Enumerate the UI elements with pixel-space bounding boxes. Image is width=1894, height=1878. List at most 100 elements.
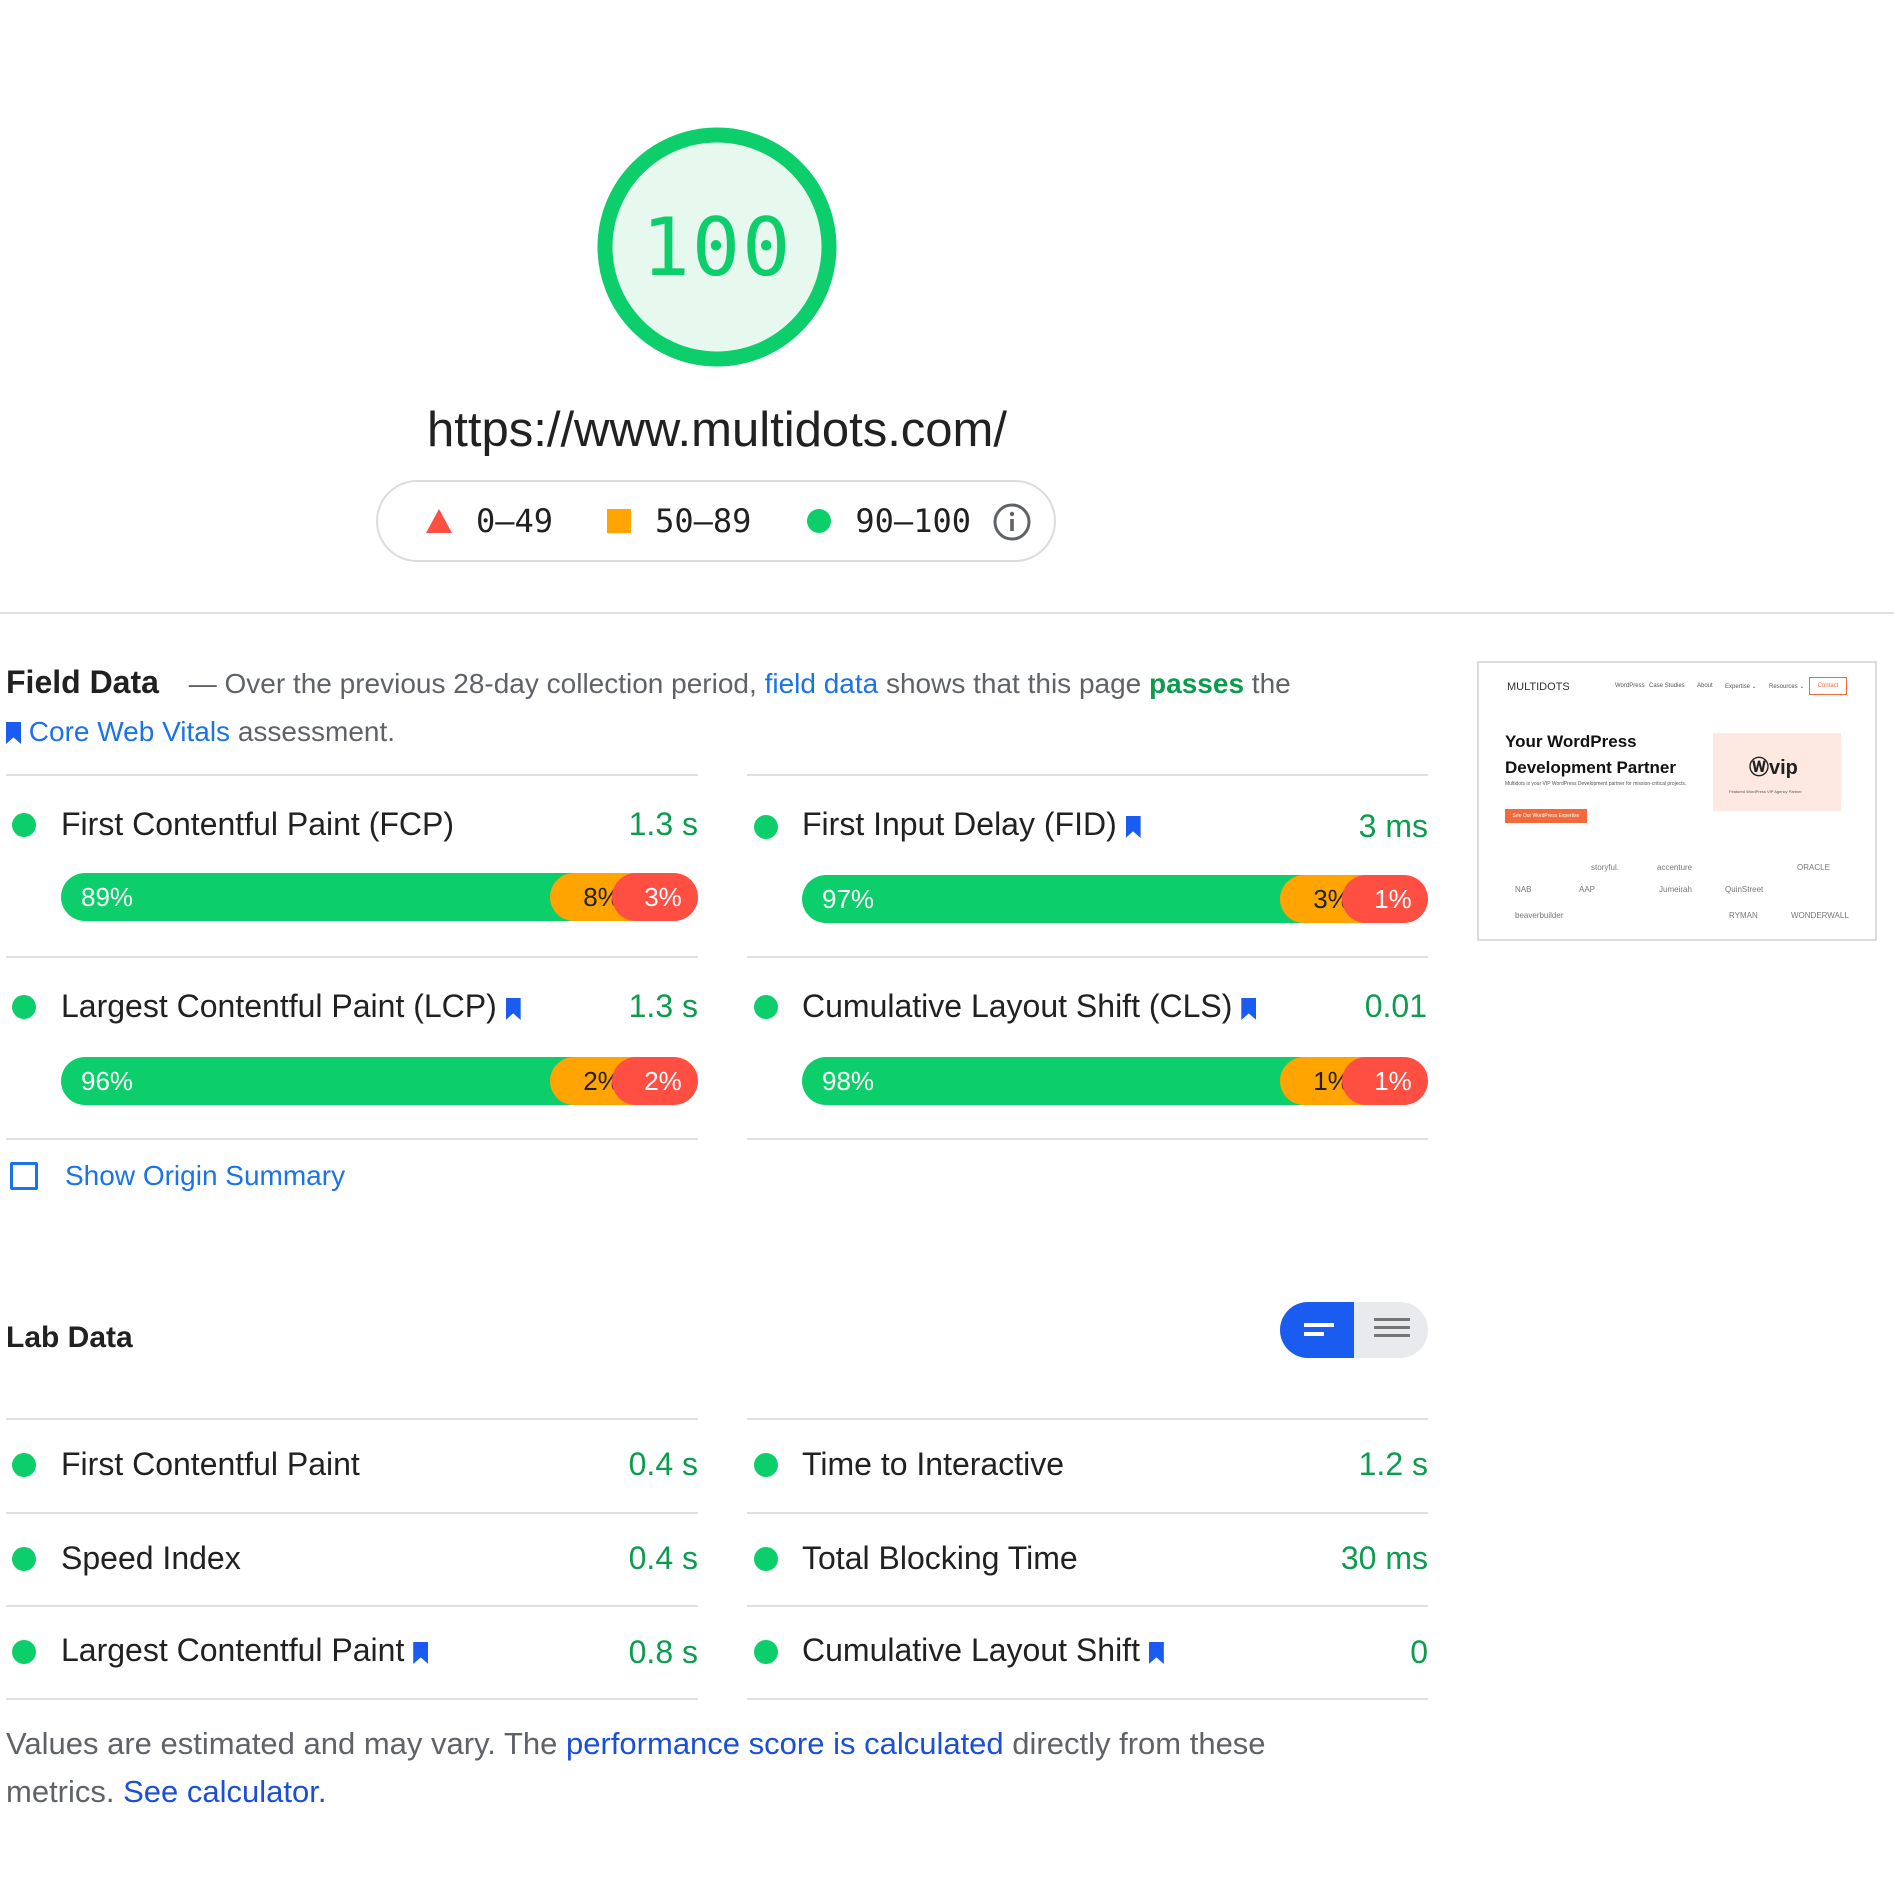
poor-segment: 1% [1342, 1057, 1428, 1105]
cls-distribution-bar: 98% 1% 1% [802, 1057, 1428, 1105]
field-metric-lcp-name: Largest Contentful Paint (LCP) [61, 986, 521, 1026]
square-icon [607, 509, 632, 533]
thumb-client-logo: Jumeirah [1659, 885, 1692, 894]
intro-text-4: assessment. [237, 716, 396, 747]
bookmark-icon [1241, 998, 1257, 1020]
poor-segment-label: 3% [644, 881, 682, 912]
field-metric-lcp-label: Largest Contentful Paint (LCP) [61, 988, 497, 1024]
thumb-vip-logo: Ⓦvip [1749, 757, 1798, 779]
good-segment-label: 98% [822, 1065, 875, 1096]
field-metric-fid-label: First Input Delay (FID) [802, 806, 1117, 842]
show-origin-summary-label[interactable]: Show Origin Summary [65, 1156, 345, 1196]
thumb-client-logo: AAP [1579, 885, 1596, 894]
good-segment-label: 97% [822, 883, 875, 914]
lab-metric-lcp-value: 0.8 s [628, 1634, 698, 1670]
thumb-client-logo: ORACLE [1797, 863, 1830, 872]
poor-segment-label: 2% [644, 1065, 682, 1096]
good-status-icon [12, 813, 36, 837]
thumb-nav-item: Resources ⌄ [1769, 684, 1805, 690]
thumb-headline: Your WordPress Development Partner [1505, 729, 1676, 781]
field-data-title: Field Data [6, 664, 159, 700]
field-metric-fcp-name: First Contentful Paint (FCP) [61, 806, 454, 842]
triangle-icon [426, 509, 452, 533]
lab-data-title: Lab Data [6, 1321, 133, 1354]
good-segment: 98% [802, 1057, 1304, 1105]
lab-metric-tbt-value: 30 ms [1340, 1540, 1428, 1576]
good-segment-label: 96% [81, 1065, 134, 1096]
thumb-client-logo: RYMAN [1729, 911, 1758, 920]
footnote: Values are estimated and may vary. The p… [6, 1720, 1346, 1816]
field-metric-fcp-value: 1.3 s [628, 806, 698, 842]
good-segment-label: 89% [81, 881, 134, 912]
fid-distribution-bar: 97% 3% 1% [802, 875, 1428, 923]
legend-average-label: 50–89 [655, 502, 752, 540]
poor-segment: 3% [612, 873, 698, 921]
view-toggle-summary[interactable] [1280, 1302, 1354, 1358]
divider [6, 1605, 698, 1607]
score-calculated-link[interactable]: performance score is calculated [566, 1726, 1004, 1761]
lab-metric-fcp-name: First Contentful Paint [61, 1446, 360, 1482]
field-metric-cls-value: 0.01 [1364, 988, 1427, 1024]
section-divider [0, 612, 1894, 614]
poor-segment-label: 1% [1374, 883, 1412, 914]
divider [747, 774, 1428, 776]
lab-metric-cls-name: Cumulative Layout Shift [802, 1630, 1164, 1670]
core-web-vitals-link[interactable]: Core Web Vitals [29, 716, 230, 747]
divider [6, 1138, 698, 1140]
poor-segment: 2% [612, 1057, 698, 1105]
legend-good: 90–100 [807, 502, 971, 540]
view-toggle-detail[interactable] [1354, 1302, 1428, 1358]
intro-text-1: — Over the previous 28-day collection pe… [188, 668, 757, 699]
thumb-client-logo: beaverbuilder [1515, 911, 1564, 920]
passes-text: passes [1149, 668, 1245, 699]
lab-metric-tbt-name: Total Blocking Time [802, 1540, 1078, 1576]
see-calculator-link[interactable]: See calculator. [123, 1774, 326, 1809]
good-segment: 96% [61, 1057, 574, 1105]
lab-metric-fcp-value: 0.4 s [628, 1446, 698, 1482]
field-metric-cls-label: Cumulative Layout Shift (CLS) [802, 988, 1233, 1024]
thumb-nav-item: Expertise ⌄ [1725, 684, 1757, 690]
poor-segment-label: 1% [1374, 1065, 1412, 1096]
thumb-headline-2: Development Partner [1505, 758, 1676, 777]
divider [6, 1698, 698, 1700]
lab-metric-tti-name: Time to Interactive [802, 1446, 1065, 1482]
thumb-cta-button: See Our WordPress Expertise [1505, 809, 1587, 823]
good-segment: 97% [802, 875, 1304, 923]
thumb-logo: MULTIDOTS [1507, 681, 1570, 693]
intro-text-2: shows that this page [885, 668, 1142, 699]
lab-metric-lcp-label: Largest Contentful Paint [61, 1632, 405, 1668]
divider [6, 774, 698, 776]
thumb-vip-caption: Featured WordPress VIP Agency Partner [1729, 789, 1802, 794]
legend-good-label: 90–100 [855, 502, 971, 540]
info-icon[interactable] [992, 502, 1032, 542]
lab-metric-cls-value: 0 [1410, 1634, 1428, 1670]
thumb-nav-item: WordPress [1615, 683, 1645, 689]
field-data-link[interactable]: field data [765, 668, 879, 699]
good-status-icon [754, 995, 778, 1019]
thumb-headline-1: Your WordPress [1505, 732, 1637, 751]
show-origin-summary-checkbox[interactable] [10, 1162, 38, 1190]
performance-score: 100 [641, 201, 793, 294]
good-status-icon [754, 1453, 778, 1477]
field-metric-cls-name: Cumulative Layout Shift (CLS) [802, 986, 1257, 1026]
bookmark-icon [413, 1642, 429, 1664]
lab-metric-lcp-name: Largest Contentful Paint [61, 1630, 429, 1670]
good-status-icon [12, 995, 36, 1019]
divider [747, 1418, 1428, 1420]
bookmark-icon [1125, 816, 1141, 838]
field-metric-fid-value: 3 ms [1358, 808, 1428, 844]
circle-icon [807, 509, 832, 533]
field-data-intro: Field Data — Over the previous 28-day co… [6, 658, 1306, 756]
good-status-icon [12, 1453, 36, 1477]
legend-poor-label: 0–49 [476, 502, 554, 540]
thumb-nav-item: About [1697, 683, 1713, 689]
thumb-client-logo: storyful. [1591, 863, 1620, 872]
field-metric-fid-name: First Input Delay (FID) [802, 804, 1141, 844]
bookmark-icon [1148, 1642, 1164, 1664]
poor-segment: 1% [1342, 875, 1428, 923]
lab-metric-cls-label: Cumulative Layout Shift [802, 1632, 1140, 1668]
thumb-client-logo: QuinStreet [1725, 885, 1764, 894]
divider [747, 1512, 1428, 1514]
divider [6, 1512, 698, 1514]
good-status-icon [12, 1547, 36, 1571]
